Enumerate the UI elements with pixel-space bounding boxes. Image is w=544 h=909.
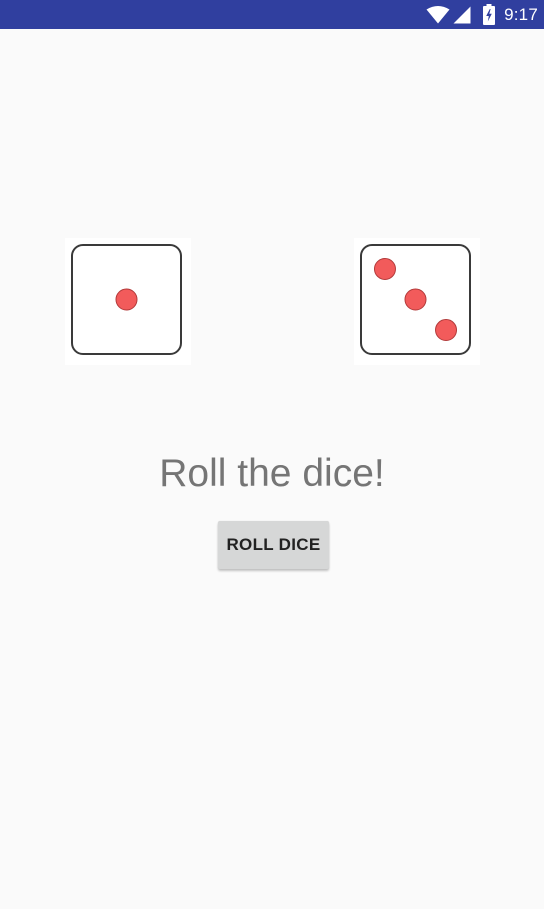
die-pip — [404, 288, 427, 311]
right-die — [354, 238, 480, 365]
left-die — [65, 238, 191, 365]
roll-dice-button[interactable]: ROLL DICE — [218, 521, 329, 569]
roll-prompt: Roll the dice! — [159, 452, 385, 495]
wifi-icon — [426, 5, 450, 24]
signal-icon — [453, 6, 471, 24]
die-pip — [373, 257, 396, 280]
die-pip — [115, 288, 138, 311]
battery-icon — [483, 4, 496, 25]
status-icons: 9:17 — [426, 0, 544, 29]
die-pip — [435, 319, 458, 342]
status-bar: 9:17 — [0, 0, 544, 29]
status-time: 9:17 — [504, 4, 538, 24]
